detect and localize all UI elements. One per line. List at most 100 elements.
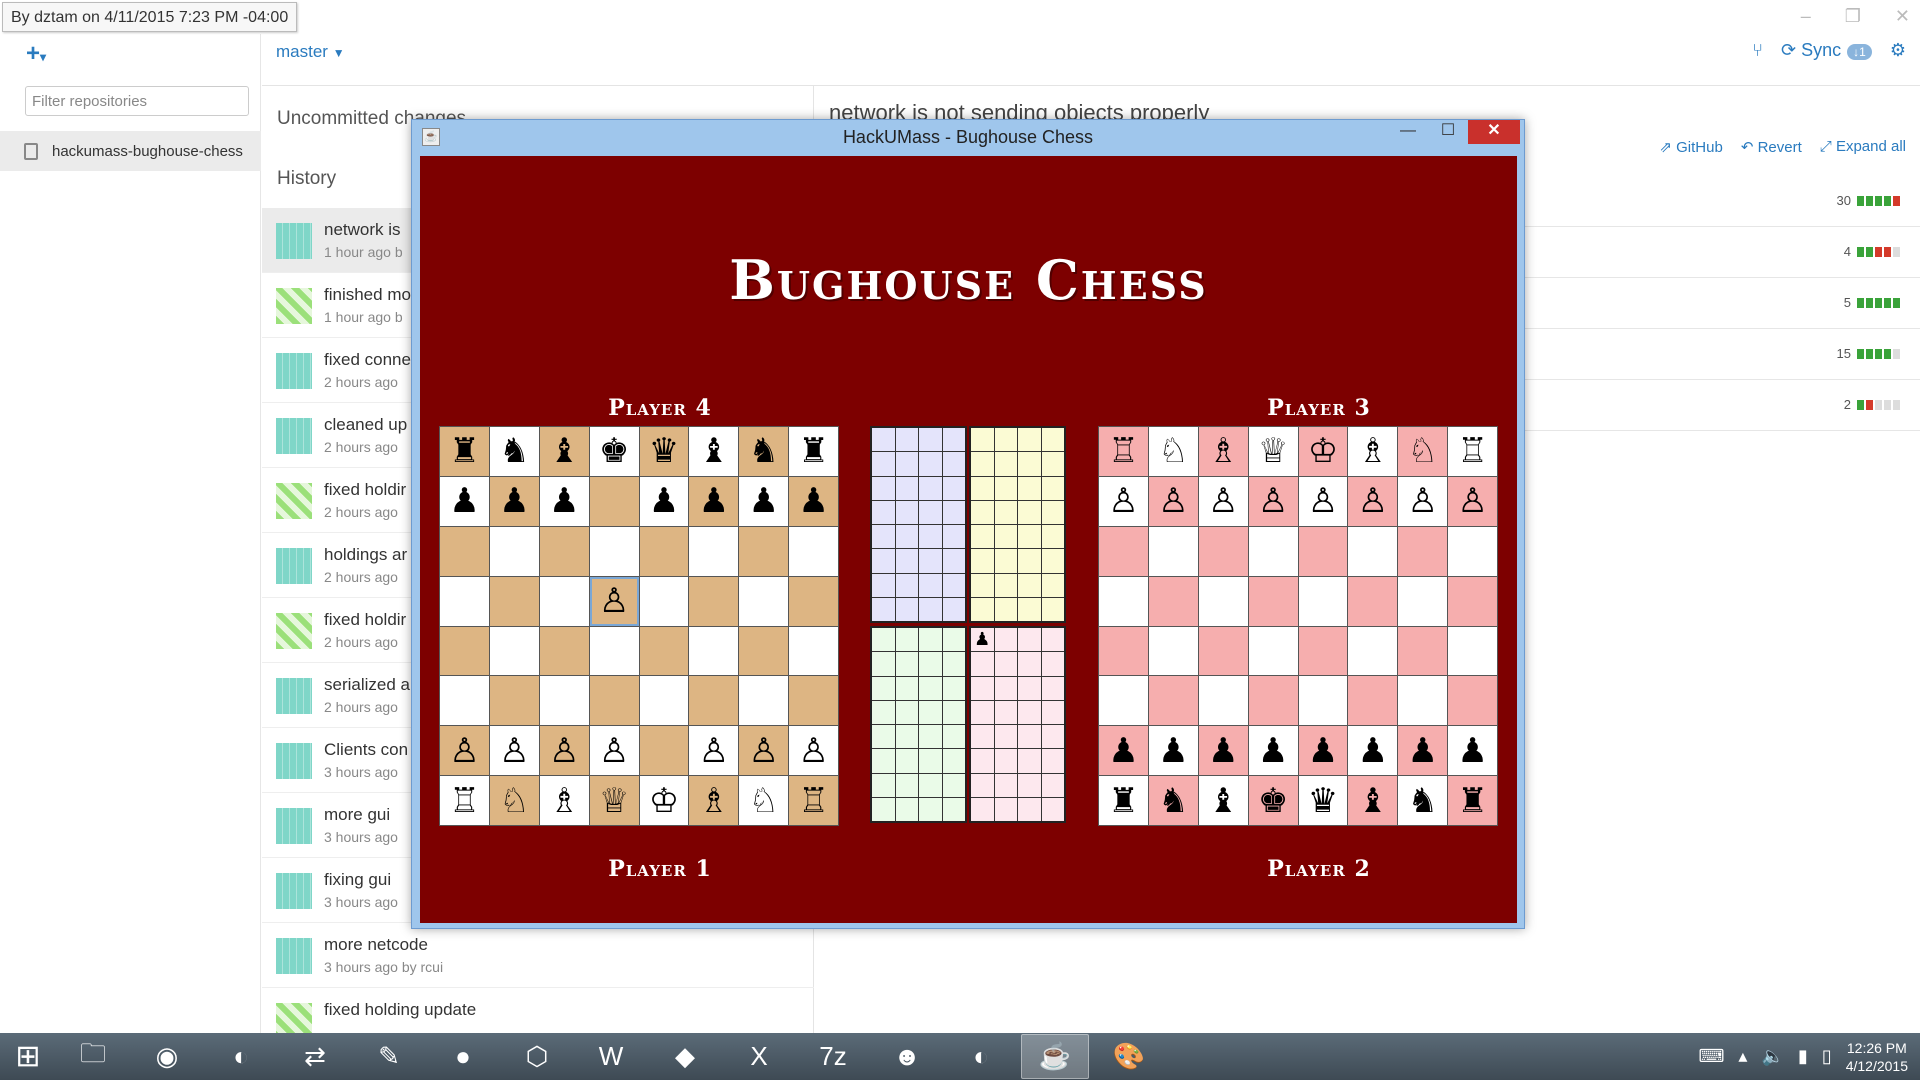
board-square[interactable]: [1198, 626, 1248, 676]
board-square-piece[interactable]: ♟: [539, 476, 589, 526]
holding-cell[interactable]: [895, 749, 918, 773]
board-square-piece[interactable]: ♖: [789, 776, 838, 825]
holding-cell[interactable]: [1041, 549, 1064, 573]
board-square-piece[interactable]: ♝: [689, 427, 739, 476]
board-square-piece[interactable]: ♟: [489, 476, 539, 526]
board-square-piece[interactable]: ♙: [1448, 476, 1497, 526]
holding-cell[interactable]: [1041, 773, 1064, 797]
board-square-piece[interactable]: ♙: [1248, 476, 1298, 526]
holding-cell[interactable]: [1018, 700, 1041, 724]
holding-cell[interactable]: [919, 452, 942, 476]
notepad-icon[interactable]: ✎: [355, 1034, 423, 1079]
board-square[interactable]: [1348, 526, 1398, 576]
holding-cell[interactable]: [942, 525, 965, 549]
board-square-piece[interactable]: ♟: [739, 476, 789, 526]
eclipse-icon-2[interactable]: ◐: [947, 1034, 1015, 1079]
board-square[interactable]: [1198, 676, 1248, 726]
sync-button[interactable]: ⟳ Sync ↓1: [1781, 40, 1872, 61]
holding-cell[interactable]: [942, 628, 965, 652]
holding-cell[interactable]: [942, 428, 965, 452]
minimize-icon[interactable]: –: [1801, 6, 1811, 27]
holding-cell[interactable]: [895, 476, 918, 500]
eclipse-icon[interactable]: ◐: [207, 1034, 275, 1079]
board-square-piece[interactable]: ♙: [589, 576, 639, 626]
board-square-piece[interactable]: ♙: [539, 726, 589, 776]
board-square[interactable]: [639, 676, 689, 726]
holding-cell[interactable]: [1041, 525, 1064, 549]
keyboard-icon[interactable]: ⌨: [1698, 1046, 1724, 1067]
board-square-piece[interactable]: ♙: [1198, 476, 1248, 526]
holding-cell[interactable]: [971, 773, 994, 797]
board-square[interactable]: [489, 576, 539, 626]
holding-cell[interactable]: [1018, 428, 1041, 452]
board-square-piece[interactable]: ♟: [1148, 726, 1198, 776]
word-icon[interactable]: W: [577, 1034, 645, 1079]
java-icon[interactable]: ☕: [1021, 1034, 1089, 1079]
board-square-piece[interactable]: ♘: [1148, 427, 1198, 476]
holding-cell[interactable]: [971, 500, 994, 524]
holding-cell[interactable]: [1018, 725, 1041, 749]
board-square-piece[interactable]: ♜: [789, 427, 838, 476]
holding-cell[interactable]: [971, 452, 994, 476]
holding-cell[interactable]: [994, 549, 1017, 573]
holding-cell[interactable]: [942, 452, 965, 476]
board-square-piece[interactable]: ♟: [1348, 726, 1398, 776]
board-square[interactable]: [539, 676, 589, 726]
holding-cell[interactable]: [895, 676, 918, 700]
board-square-piece[interactable]: ♖: [440, 776, 489, 825]
holding-cell[interactable]: [994, 628, 1017, 652]
holding-cell[interactable]: [971, 476, 994, 500]
board-square-piece[interactable]: ♟: [1248, 726, 1298, 776]
board-square[interactable]: [589, 626, 639, 676]
holding-cell[interactable]: [895, 525, 918, 549]
holding-cell[interactable]: [919, 725, 942, 749]
board-square-piece[interactable]: ♔: [1298, 427, 1348, 476]
holding-cell[interactable]: [1018, 797, 1041, 821]
board-square-piece[interactable]: ♙: [789, 726, 838, 776]
board-square-piece[interactable]: ♟: [1448, 726, 1497, 776]
holding-cell[interactable]: [919, 428, 942, 452]
holding-cell[interactable]: [895, 452, 918, 476]
holding-cell[interactable]: [919, 773, 942, 797]
board-square[interactable]: [789, 526, 838, 576]
holding-cell[interactable]: [872, 573, 895, 597]
holding-cell[interactable]: [942, 797, 965, 821]
board-square[interactable]: [1348, 576, 1398, 626]
holding-cell[interactable]: [994, 428, 1017, 452]
holding-cell[interactable]: [1018, 676, 1041, 700]
holding-cell[interactable]: [919, 476, 942, 500]
board-square[interactable]: [1398, 626, 1448, 676]
board-square-piece[interactable]: ♜: [1448, 776, 1497, 825]
github-button[interactable]: ⇗ GitHub: [1659, 138, 1722, 156]
volume-icon[interactable]: 🔈: [1761, 1046, 1783, 1067]
board-square-piece[interactable]: ♗: [1198, 427, 1248, 476]
board-square-piece[interactable]: ♟: [1099, 726, 1148, 776]
holding-cell[interactable]: [942, 597, 965, 621]
holding-cell[interactable]: [942, 652, 965, 676]
expand-all-button[interactable]: ⤢ Expand all: [1820, 138, 1906, 156]
holding-cell[interactable]: [1041, 652, 1064, 676]
board-square[interactable]: [689, 676, 739, 726]
board-square[interactable]: [689, 526, 739, 576]
board-square-piece[interactable]: ♙: [1148, 476, 1198, 526]
holding-cell[interactable]: [872, 597, 895, 621]
github-desktop-icon[interactable]: ☻: [873, 1034, 941, 1079]
board-square[interactable]: [1448, 576, 1497, 626]
board-square-piece[interactable]: ♚: [1248, 776, 1298, 825]
holding-cell[interactable]: [971, 428, 994, 452]
holding-cell[interactable]: [895, 573, 918, 597]
board-square-piece[interactable]: ♙: [1398, 476, 1448, 526]
board-square[interactable]: [1248, 676, 1298, 726]
close-icon[interactable]: ✕: [1895, 6, 1910, 27]
board-square-piece[interactable]: ♚: [589, 427, 639, 476]
board-square-piece[interactable]: ♘: [489, 776, 539, 825]
holding-cell[interactable]: [942, 676, 965, 700]
holding-cell[interactable]: [872, 452, 895, 476]
holding-cell[interactable]: [971, 725, 994, 749]
revert-button[interactable]: ↶ Revert: [1741, 138, 1802, 156]
board-square-piece[interactable]: ♖: [1448, 427, 1497, 476]
holding-cell[interactable]: [1018, 500, 1041, 524]
board-square-piece[interactable]: ♜: [440, 427, 489, 476]
holding-cell[interactable]: [971, 749, 994, 773]
board-square[interactable]: [689, 626, 739, 676]
